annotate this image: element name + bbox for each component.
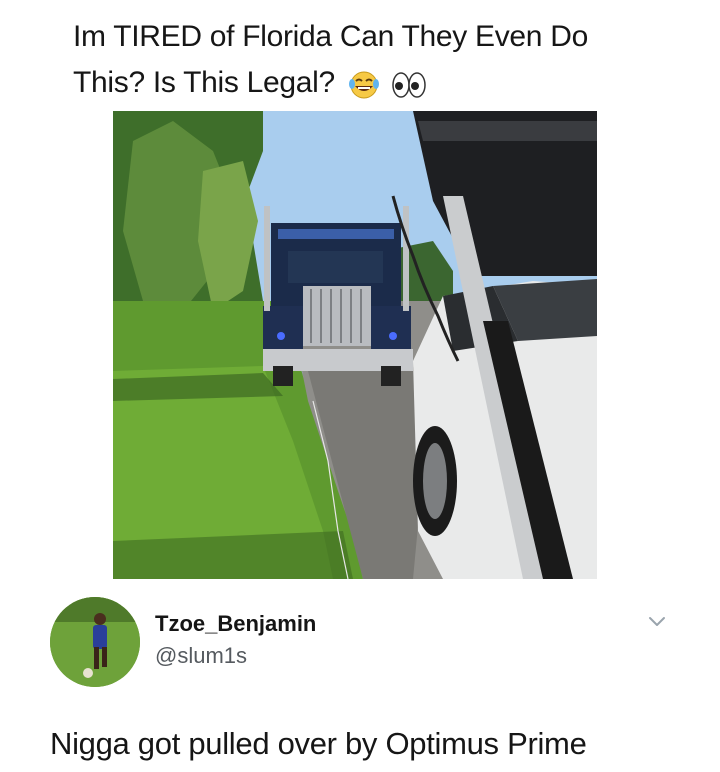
caption-line-1: Im TIRED of Florida Can They Even Do [73,20,588,53]
author-display-name[interactable]: Tzoe_Benjamin [155,611,316,637]
avatar[interactable] [50,597,140,687]
chevron-down-icon[interactable] [647,614,667,628]
emoji-row [347,61,429,107]
eyes-icon [392,72,426,98]
post-caption: Im TIRED of Florida Can They Even Do Thi… [73,14,693,107]
face-with-tears-of-joy-icon [348,71,379,99]
post-photo [113,111,597,579]
reply-author-row: Tzoe_Benjamin @slum1s [50,597,670,687]
author-handle[interactable]: @slum1s [155,643,247,669]
reply-text: Nigga got pulled over by Optimus Prime [50,726,587,761]
caption-line-2: This? Is This Legal? [73,60,693,107]
caption-line-2-text: This? Is This Legal? [73,66,335,99]
